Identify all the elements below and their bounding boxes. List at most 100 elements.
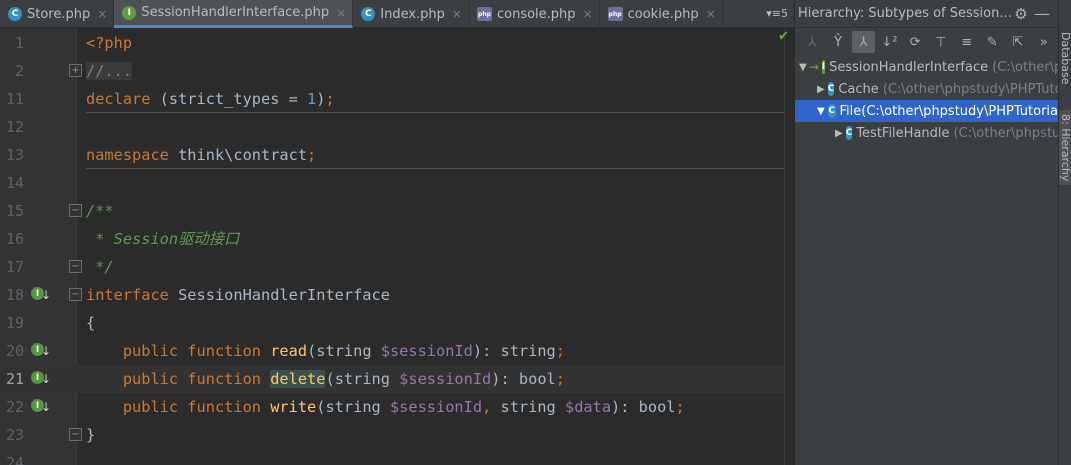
code-line[interactable]: 20 I ↓ public function read(string $sessio… <box>0 337 786 365</box>
code-line[interactable]: 13 namespace think\contract; <box>0 141 786 169</box>
code-text: declare (strict_types = 1); <box>86 90 335 108</box>
code-line[interactable]: 21 I ↓ public function delete(string $sess… <box>0 365 786 393</box>
code-line[interactable]: 11 declare (strict_types = 1); <box>0 85 786 113</box>
code-line[interactable]: 2 + //... <box>0 57 786 85</box>
minimize-icon[interactable]: — <box>1030 4 1054 23</box>
pin-icon[interactable]: ✎ <box>981 31 1004 53</box>
line-number: 21 <box>5 370 24 388</box>
line-number: 1 <box>14 34 24 52</box>
scope-icon[interactable]: ⊤ <box>930 31 953 53</box>
close-icon[interactable]: × <box>452 7 462 21</box>
tab-console-php[interactable]: php console.php × <box>469 0 600 28</box>
gear-icon[interactable]: ⚙ <box>1012 5 1030 23</box>
fold-toggle-icon[interactable]: − <box>69 428 82 441</box>
code-text: public function delete(string $sessionId… <box>122 370 565 388</box>
editor-scrollbar[interactable] <box>784 29 794 465</box>
code-line[interactable]: 17 − */ <box>0 253 786 281</box>
sort-alpha-icon[interactable]: ↓² <box>878 31 901 53</box>
line-number: 16 <box>5 230 24 248</box>
hierarchy-node[interactable]: ▶ C Cache (C:\other\phpstudy\PHPTuto <box>795 78 1058 100</box>
line-number: 17 <box>5 258 24 276</box>
code-line[interactable]: 15 −/** <box>0 197 786 225</box>
expanded-arrow-icon[interactable]: ▼ <box>799 62 807 73</box>
tab-cookie-php[interactable]: php cookie.php × <box>600 0 723 28</box>
php-file-icon: php <box>607 7 623 21</box>
node-path: (C:\other\p <box>992 59 1058 75</box>
hierarchy-panel: Hierarchy: Subtypes of Session... ⚙ — ⅄ Ŷ… <box>794 0 1058 465</box>
type-hierarchy-icon[interactable]: ⅄ <box>801 31 824 53</box>
interface-icon: I <box>821 60 826 74</box>
line-number: 15 <box>5 202 24 220</box>
close-icon[interactable]: × <box>336 6 346 20</box>
code-line[interactable]: 14 <box>0 169 786 197</box>
fold-toggle-icon[interactable]: − <box>69 288 82 301</box>
hierarchy-node[interactable]: ▶ C TestFileHandle (C:\other\phpstu <box>795 122 1058 144</box>
line-number: 19 <box>5 314 24 332</box>
line-number: 11 <box>5 90 24 108</box>
expanded-arrow-icon[interactable]: ▼ <box>817 106 825 117</box>
expand-all-icon[interactable]: ≡ <box>955 31 978 53</box>
side-tab-8-hierarchy[interactable]: 8: Hierarchy <box>1059 110 1071 186</box>
interface-icon: I <box>122 5 137 20</box>
code-text: public function write(string $sessionId,… <box>122 398 685 416</box>
close-icon[interactable]: × <box>583 7 593 21</box>
code-text: namespace think\contract; <box>86 146 317 164</box>
close-icon[interactable]: × <box>706 7 716 21</box>
fold-toggle-icon[interactable]: − <box>69 204 82 217</box>
tab-index-php[interactable]: C Index.php × <box>353 0 469 28</box>
export-icon[interactable]: ⇱ <box>1007 31 1030 53</box>
code-line[interactable]: 23 −} <box>0 421 786 449</box>
root-arrow-icon: → <box>808 60 819 74</box>
method-separator <box>86 112 786 113</box>
code-text: //... <box>86 62 133 80</box>
node-label: Cache <box>838 81 879 97</box>
tab-sessionhandlerinterface-php[interactable]: I SessionHandlerInterface.php × <box>114 0 354 28</box>
line-number: 22 <box>5 398 24 416</box>
code-text: { <box>86 314 96 332</box>
code-editor[interactable]: 1 <?php 2 + //... 11 declare (strict_types = 1… <box>0 29 786 465</box>
code-line[interactable]: 24 <box>0 449 786 465</box>
tab-store-php[interactable]: C Store.php × <box>0 0 115 28</box>
node-path: (C:\other\phpstudy\PHPTutoria <box>861 103 1058 119</box>
code-line[interactable]: 22 I ↓ public function write(string $sessi… <box>0 393 786 421</box>
refresh-icon[interactable]: ⟳ <box>904 31 927 53</box>
line-number: 14 <box>5 174 24 192</box>
inspection-ok-icon: ✔ <box>778 29 789 44</box>
hierarchy-node[interactable]: ▼ C File (C:\other\phpstudy\PHPTutoria <box>795 100 1058 122</box>
code-text: /** <box>86 202 114 220</box>
supertypes-icon[interactable]: Ŷ <box>827 31 850 53</box>
class-icon: C <box>827 104 836 118</box>
tab-overflow-button[interactable]: ▾≡5 <box>760 0 794 27</box>
implemented-gutter-icon[interactable]: I ↓ <box>31 343 51 359</box>
right-tool-strip: Database 8: Hierarchy <box>1058 0 1071 465</box>
more-icon[interactable]: » <box>1032 31 1055 53</box>
fold-toggle-icon[interactable]: + <box>69 64 82 77</box>
subtypes-icon[interactable]: ⅄ <box>852 31 876 53</box>
implemented-gutter-icon[interactable]: I ↓ <box>31 287 51 303</box>
close-icon[interactable]: × <box>97 7 107 21</box>
fold-toggle-icon[interactable]: − <box>69 260 82 273</box>
collapsed-arrow-icon[interactable]: ▶ <box>817 84 825 95</box>
code-line[interactable]: 1 <?php <box>0 29 786 57</box>
implemented-gutter-icon[interactable]: I ↓ <box>31 399 51 415</box>
line-number: 18 <box>5 286 24 304</box>
line-number: 13 <box>5 146 24 164</box>
tab-label: Index.php <box>380 6 445 22</box>
node-label: File <box>839 103 862 119</box>
hierarchy-tree[interactable]: ▼ → I SessionHandlerInterface (C:\other\p ▶ C… <box>795 56 1058 144</box>
code-line[interactable]: 12 <box>0 113 786 141</box>
node-path: (C:\other\phpstu <box>953 125 1058 141</box>
side-tab-database[interactable]: Database <box>1059 28 1071 89</box>
code-text: public function read(string $sessionId):… <box>122 342 565 360</box>
class-icon: C <box>361 7 376 21</box>
editor-tab-bar: C Store.php × I SessionHandlerInterface.php ×… <box>0 0 794 28</box>
code-text: <?php <box>86 34 133 52</box>
implemented-gutter-icon[interactable]: I ↓ <box>31 371 51 387</box>
code-line[interactable]: 18 I ↓ − interface SessionHandlerInterface <box>0 281 786 309</box>
code-line[interactable]: 19 { <box>0 309 786 337</box>
hierarchy-node[interactable]: ▼ → I SessionHandlerInterface (C:\other\p <box>795 56 1058 78</box>
hierarchy-toolbar: ⅄ Ŷ ⅄ ↓² ⟳ ⊤ ≡ ✎ ⇱» <box>795 28 1058 56</box>
collapsed-arrow-icon[interactable]: ▶ <box>835 128 843 139</box>
line-number: 24 <box>5 454 24 465</box>
code-line[interactable]: 16 * Session驱动接口 <box>0 225 786 253</box>
